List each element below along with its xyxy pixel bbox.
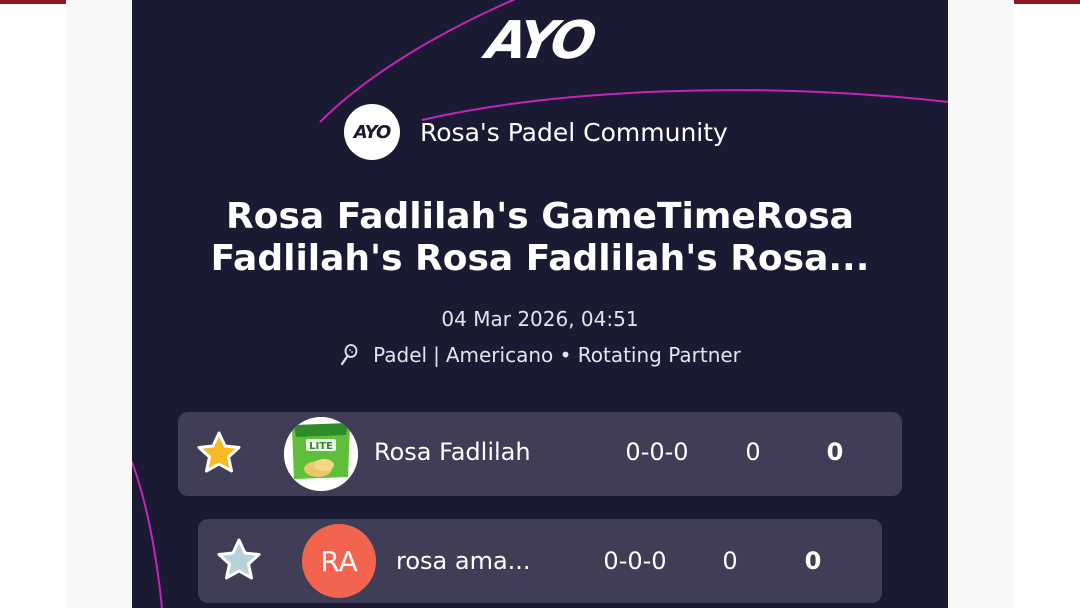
right-side-margin [948,0,1014,608]
game-mode: Padel | Americano • Rotating Partner [132,343,948,367]
sport-label: Padel [373,343,428,367]
player-name: rosa ama... [396,547,531,575]
svg-text:LITE: LITE [309,441,333,452]
decorative-curves [132,0,948,608]
player-avatar: LITE [284,417,358,491]
community-name: Rosa's Padel Community [420,117,728,147]
player-record: 0-0-0 [625,438,689,466]
player-games: 0 [722,547,738,575]
left-edge-bar [0,0,66,4]
racket-icon [340,344,358,366]
game-share-card: AYO AYO Rosa's Padel Community Rosa Fadl… [132,0,948,608]
player-points: 0 [804,547,822,575]
silver-star-icon [217,538,261,580]
player-row[interactable]: RA rosa ama... 0-0-0 0 0 [198,519,882,603]
game-title: Rosa Fadlilah's GameTimeRosa Fadlilah's … [210,196,870,279]
format-label: Americano • Rotating Partner [445,343,741,367]
player-games: 0 [745,438,761,466]
player-record: 0-0-0 [603,547,667,575]
player-row[interactable]: LITE Rosa Fadlilah 0-0-0 0 0 [178,412,902,496]
right-edge-bar [1014,0,1080,4]
community-link[interactable]: AYO Rosa's Padel Community [344,104,728,160]
community-avatar: AYO [344,104,400,160]
gold-star-icon [197,431,241,473]
mode-separator: | [433,343,440,367]
player-avatar: RA [302,524,376,598]
player-name: Rosa Fadlilah [374,438,531,466]
left-side-margin [66,0,132,608]
ayo-logo: AYO [482,11,598,71]
player-points: 0 [826,438,844,466]
game-datetime: 04 Mar 2026, 04:51 [441,307,639,331]
